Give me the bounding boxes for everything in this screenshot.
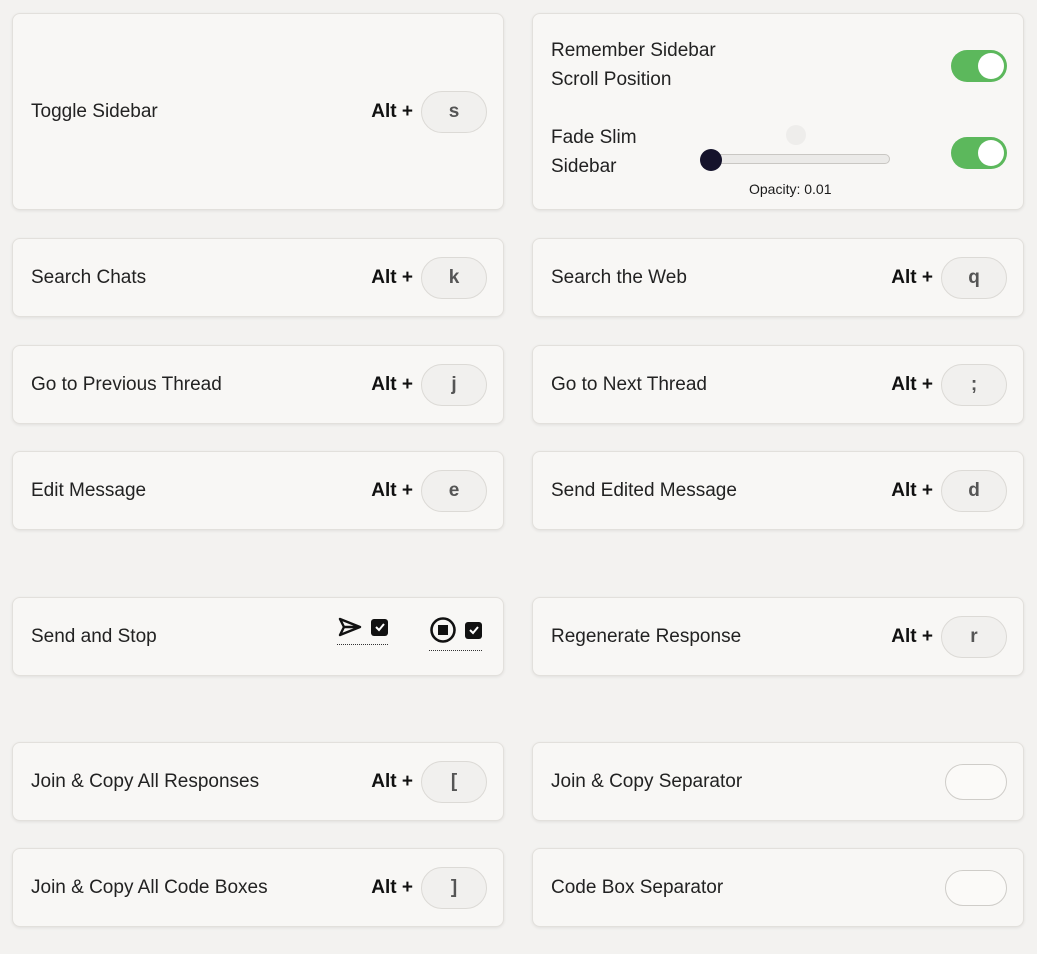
edit-message-label: Edit Message xyxy=(31,479,147,501)
search-web-shortcut: Alt + q xyxy=(891,256,1007,299)
toggle-knob xyxy=(978,53,1004,79)
stop-icon-toggle[interactable] xyxy=(429,616,482,651)
fade-slim-toggle[interactable] xyxy=(951,137,1007,169)
regenerate-shortcut: Alt + r xyxy=(891,615,1007,658)
join-copy-separator-input[interactable] xyxy=(945,763,1007,800)
regenerate-card: Regenerate Response Alt + r xyxy=(532,597,1024,676)
search-chats-shortcut: Alt + k xyxy=(371,256,487,299)
stop-checkbox[interactable] xyxy=(465,621,482,639)
checkmark-icon xyxy=(468,626,479,635)
prev-thread-shortcut: Alt + j xyxy=(371,363,487,406)
next-thread-label: Go to Next Thread xyxy=(551,373,707,395)
prev-thread-label: Go to Previous Thread xyxy=(31,373,222,395)
join-copy-code-shortcut: Alt + ] xyxy=(371,866,487,909)
stop-icon xyxy=(429,616,457,644)
checkmark-icon xyxy=(374,623,385,632)
send-icon xyxy=(337,616,363,638)
code-separator-input[interactable] xyxy=(945,869,1007,906)
code-separator-card: Code Box Separator xyxy=(532,848,1024,927)
toggle-sidebar-label: Toggle Sidebar xyxy=(31,100,158,122)
next-thread-card: Go to Next Thread Alt + ; xyxy=(532,345,1024,424)
toggle-sidebar-shortcut: Alt + s xyxy=(371,90,487,133)
remember-scroll-toggle[interactable] xyxy=(951,50,1007,82)
remember-scroll-label-line2: Scroll Position xyxy=(551,69,672,90)
join-copy-responses-card: Join & Copy All Responses Alt + [ xyxy=(12,742,504,821)
send-icon-toggle[interactable] xyxy=(337,616,388,645)
search-web-label: Search the Web xyxy=(551,266,687,288)
send-edited-key-input[interactable]: d xyxy=(941,469,1007,512)
regenerate-key-input[interactable]: r xyxy=(941,615,1007,658)
search-web-card: Search the Web Alt + q xyxy=(532,238,1024,317)
prev-thread-key-input[interactable]: j xyxy=(421,363,487,406)
alt-modifier: Alt + xyxy=(891,625,933,647)
remember-scroll-label: Remember Sidebar Scroll Position xyxy=(551,36,716,94)
join-copy-separator-label: Join & Copy Separator xyxy=(551,770,743,792)
next-thread-key-input[interactable]: ; xyxy=(941,363,1007,406)
alt-modifier: Alt + xyxy=(371,100,413,122)
alt-modifier: Alt + xyxy=(371,373,413,395)
opacity-value: 0.01 xyxy=(804,181,832,197)
join-copy-responses-key-input[interactable]: [ xyxy=(421,760,487,803)
slider-thumb[interactable] xyxy=(700,149,722,171)
slider-track[interactable] xyxy=(701,154,890,164)
opacity-slider[interactable]: Opacity: 0.01 xyxy=(533,125,933,201)
prev-thread-card: Go to Previous Thread Alt + j xyxy=(12,345,504,424)
join-copy-separator-card: Join & Copy Separator xyxy=(532,742,1024,821)
join-copy-code-label: Join & Copy All Code Boxes xyxy=(31,876,268,898)
opacity-readout: Opacity: 0.01 xyxy=(749,181,832,197)
edit-message-shortcut: Alt + e xyxy=(371,469,487,512)
alt-modifier: Alt + xyxy=(891,479,933,501)
toggle-knob xyxy=(978,140,1004,166)
search-chats-key-input[interactable]: k xyxy=(421,256,487,299)
join-copy-responses-shortcut: Alt + [ xyxy=(371,760,487,803)
search-chats-label: Search Chats xyxy=(31,266,147,288)
edit-message-card: Edit Message Alt + e xyxy=(12,451,504,530)
alt-modifier: Alt + xyxy=(371,876,413,898)
code-separator-label: Code Box Separator xyxy=(551,876,724,898)
send-checkbox[interactable] xyxy=(371,618,388,636)
alt-modifier: Alt + xyxy=(371,479,413,501)
send-edited-label: Send Edited Message xyxy=(551,479,737,501)
slider-hover-ghost xyxy=(786,125,806,145)
join-copy-responses-label: Join & Copy All Responses xyxy=(31,770,260,792)
remember-scroll-label-line1: Remember Sidebar xyxy=(551,40,716,61)
alt-modifier: Alt + xyxy=(371,770,413,792)
send-edited-shortcut: Alt + d xyxy=(891,469,1007,512)
send-stop-card: Send and Stop xyxy=(12,597,504,676)
sidebar-settings-card: Remember Sidebar Scroll Position Fade Sl… xyxy=(532,13,1024,210)
search-web-key-input[interactable]: q xyxy=(941,256,1007,299)
send-edited-card: Send Edited Message Alt + d xyxy=(532,451,1024,530)
alt-modifier: Alt + xyxy=(891,373,933,395)
edit-message-key-input[interactable]: e xyxy=(421,469,487,512)
search-chats-card: Search Chats Alt + k xyxy=(12,238,504,317)
send-stop-label: Send and Stop xyxy=(31,625,157,647)
join-copy-code-key-input[interactable]: ] xyxy=(421,866,487,909)
toggle-sidebar-key-input[interactable]: s xyxy=(421,90,487,133)
regenerate-label: Regenerate Response xyxy=(551,625,742,647)
opacity-label: Opacity: xyxy=(749,181,801,197)
toggle-sidebar-card: Toggle Sidebar Alt + s xyxy=(12,13,504,210)
alt-modifier: Alt + xyxy=(371,266,413,288)
join-copy-code-card: Join & Copy All Code Boxes Alt + ] xyxy=(12,848,504,927)
next-thread-shortcut: Alt + ; xyxy=(891,363,1007,406)
alt-modifier: Alt + xyxy=(891,266,933,288)
